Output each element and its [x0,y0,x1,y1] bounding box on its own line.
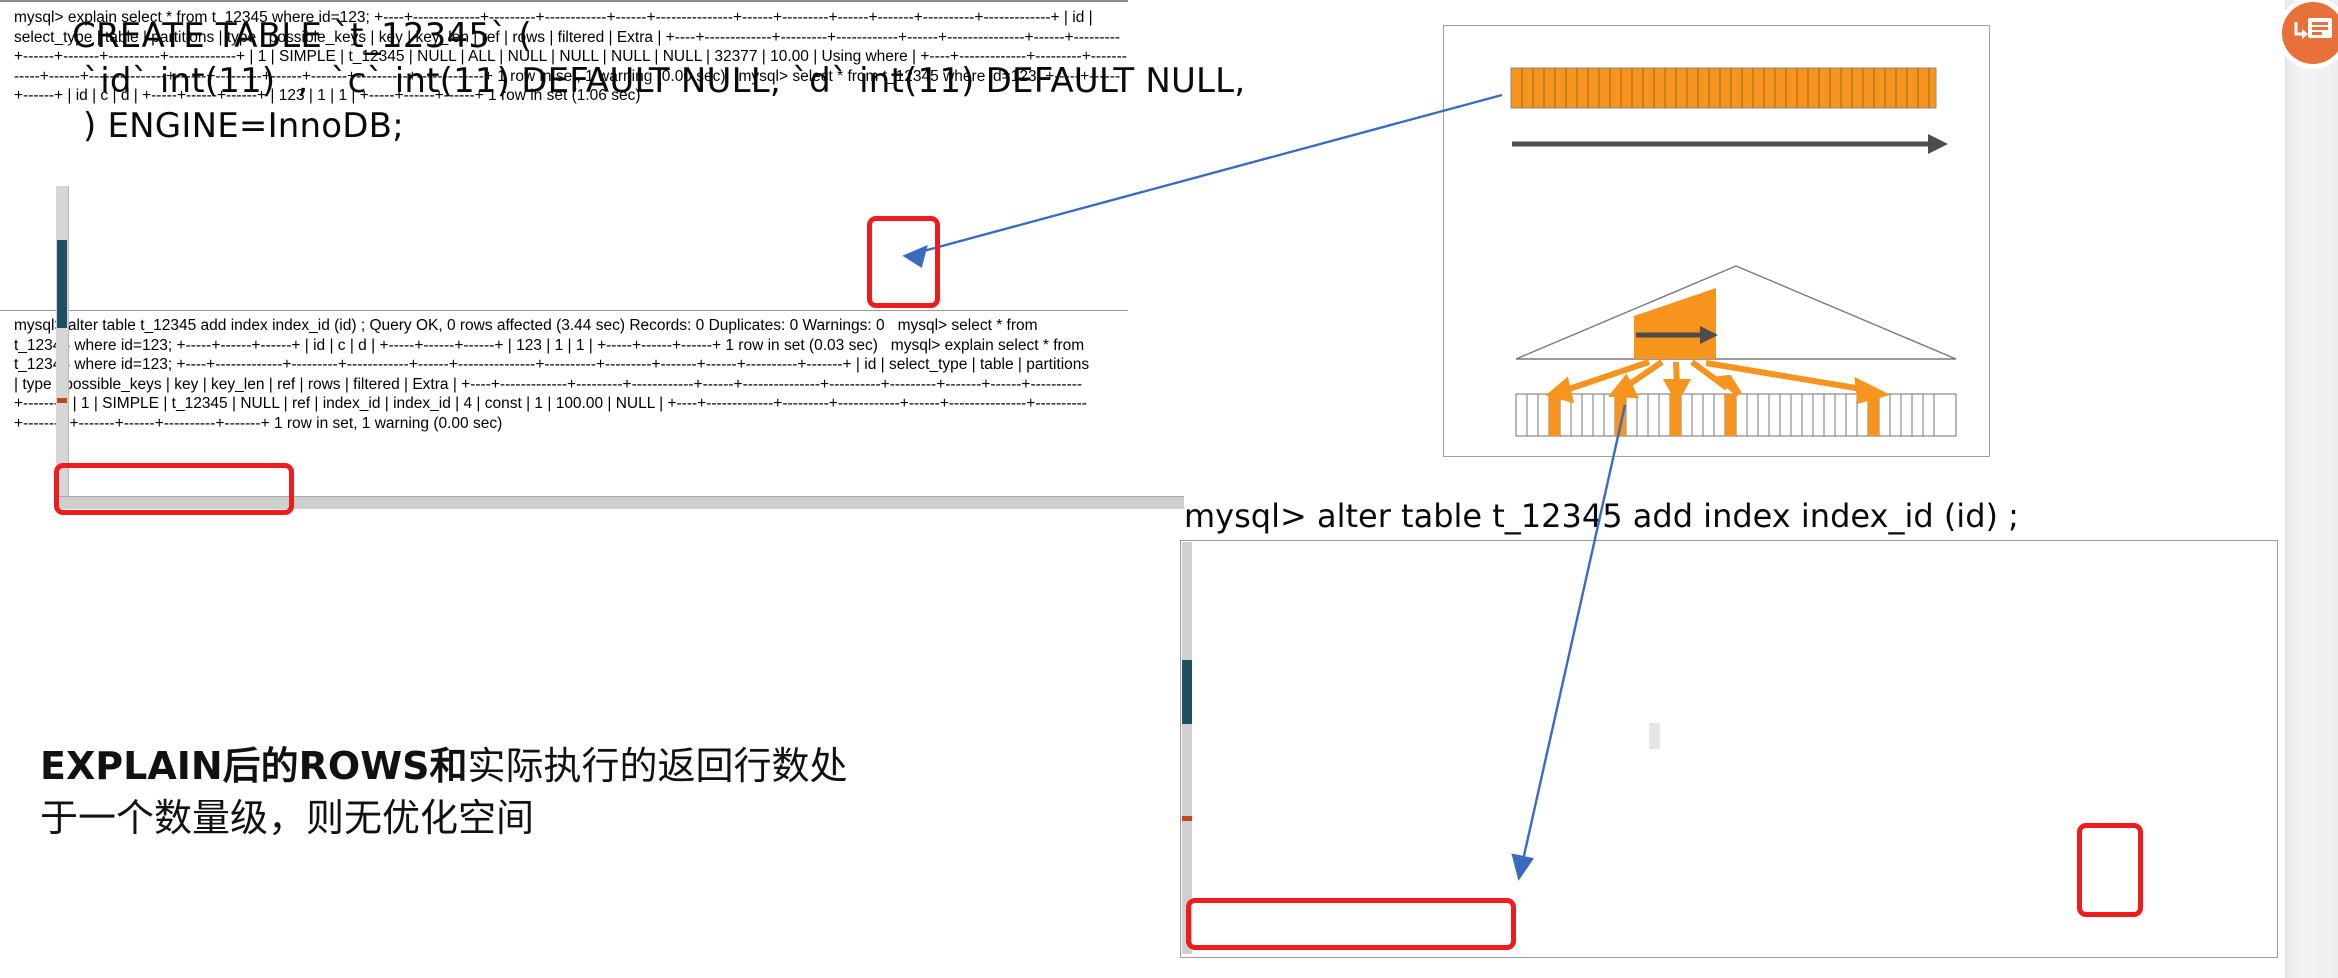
term-line: 1 row in set (0.03 sec) [725,336,878,354]
conclusion-bold: EXPLAIN后的ROWS和 [40,744,468,788]
right-side-rail [2282,0,2338,978]
term-line [882,337,886,354]
btree-leaf-row [1515,393,1957,437]
btree-triangle [1515,265,1957,360]
term-line: | id | c | d | [304,336,376,354]
connector-indexscan [1517,404,1627,879]
full-scan-strip [1510,67,1937,109]
red-box-rows-top [867,216,940,308]
slide-canvas: CREATE TABLE `t_12345` ( `id` int(11) , … [0,0,2338,978]
terminal-bottom-scroll-thumb[interactable] [1182,660,1192,724]
term-line: Query OK, 0 rows affected (3.44 sec) [369,317,626,334]
diagram-svg [1510,67,1957,437]
alter-table-caption: mysql> alter table t_12345 add index ind… [1184,497,2019,535]
terminal-top-scrollbar[interactable] [56,186,69,496]
term-line: +-----+------+------+ [597,336,722,354]
powerpoint-icon[interactable] [2282,2,2338,64]
term-line: +-----+------+------+ [379,336,504,354]
term-line [889,317,893,334]
term-line: | 123 | 1 | 1 | [507,336,593,354]
term-line: +-----+------+------+ [176,336,301,354]
terminal-top-scroll-marker [57,398,67,403]
scan-direction-arrow [1512,134,1948,154]
terminal-bottom-scroll-marker [1182,816,1192,821]
terminal-top-scroll-thumb[interactable] [57,240,67,328]
mysql-terminal-after-index[interactable]: mysql> alter table t_12345 add index ind… [0,310,1090,722]
full-scan-vs-index-diagram [1443,25,1990,457]
conclusion-text: EXPLAIN后的ROWS和实际执行的返回行数处于一个数量级，则无优化空间 [40,740,870,845]
term-line-elapsed: 1 row in set, 1 warning (0.00 sec) [273,414,503,432]
create-table-sql-text: CREATE TABLE `t_12345` ( `id` int(11) , … [72,16,1246,147]
text-cursor [1649,723,1660,749]
red-box-result-top [54,463,294,515]
term-line: +----+-------------+---------+----------… [176,356,852,374]
terminal-bottom-scrollbar[interactable] [1182,542,1192,954]
term-line: | 1 | SIMPLE | t_12345 | NULL | ref | in… [72,395,664,413]
term-line: Records: 0 Duplicates: 0 Warnings: 0 [629,317,885,334]
connector-indexscan-arrowhead [1511,853,1535,881]
red-box-rows-bottom [2077,823,2143,917]
red-box-result-bottom [1186,898,1516,950]
